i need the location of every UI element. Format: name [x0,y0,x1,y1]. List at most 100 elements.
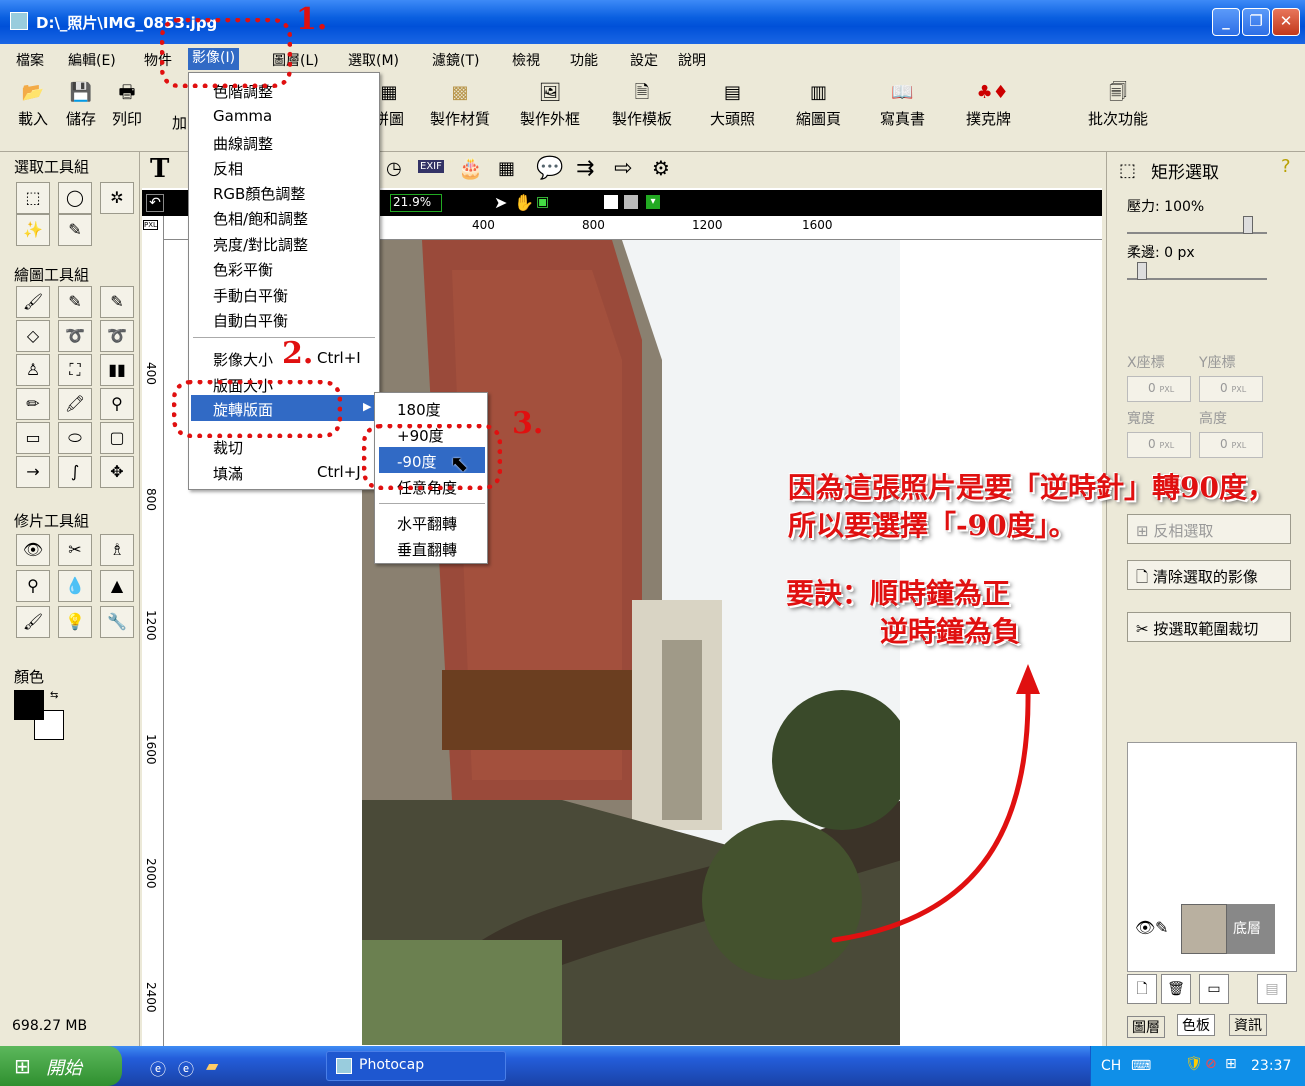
repair-tool[interactable]: 🔧 [100,606,134,638]
flip-vertical[interactable]: 垂直翻轉 [397,539,457,560]
dropdown-icon[interactable]: ▾ [646,195,660,209]
sharpen-tool[interactable]: ▲ [100,570,134,602]
menu-item-hue-saturation[interactable]: 色相/飽和調整 [213,208,308,229]
menu-item-auto-white-balance[interactable]: 自動白平衡 [213,310,288,331]
y-coord-field[interactable]: 0 PXL [1199,376,1263,402]
menu-edit[interactable]: 編輯(E) [68,50,116,70]
merge-layer-button[interactable]: ▤ [1257,974,1287,1004]
stamp-tool[interactable]: ♙ [16,354,50,386]
pressure-slider-thumb[interactable] [1243,216,1253,234]
zoom-lens-tool[interactable]: ⚲ [16,570,50,602]
menu-item-rgb[interactable]: RGB顏色調整 [213,183,305,204]
clone-tool[interactable]: ✂ [58,534,92,566]
clock[interactable]: 23:37 [1251,1058,1291,1074]
close-button[interactable]: ✕ [1272,8,1300,36]
spray-tool[interactable]: ✎ [58,286,92,318]
tab-swatches[interactable]: 色板 [1177,1014,1215,1036]
brush-lock-icon[interactable]: ✎ [1155,918,1168,937]
feather-slider[interactable] [1127,266,1267,280]
frame-button[interactable]: 🖼 製作外框 [520,82,580,129]
calendar-icon[interactable]: ▦ [498,158,515,179]
invert-selection-button[interactable]: ⊞ 反相選取 [1127,514,1291,544]
rectangle-shape-tool[interactable]: ▭ [16,422,50,454]
curve-tool[interactable]: ∫ [58,456,92,488]
menu-settings[interactable]: 設定 [630,50,658,70]
language-indicator[interactable]: CH [1101,1058,1121,1074]
magic-wand-tool[interactable]: ✨ [16,214,50,246]
move-tool[interactable]: ✥ [100,456,134,488]
batch-button[interactable]: 🗐 批次功能 [1088,82,1148,129]
menu-item-color-balance[interactable]: 色彩平衡 [213,259,273,280]
app-icon[interactable] [10,12,28,30]
menu-item-gamma[interactable]: Gamma [213,107,272,125]
ie-alt-icon[interactable]: ⓔ [178,1056,194,1080]
rotate-180[interactable]: 180度 [397,399,441,420]
layer-item-base[interactable]: 底層 [1227,904,1275,954]
light-bulb-tool[interactable]: 💡 [58,606,92,638]
keyboard-icon[interactable]: ⌨ [1131,1058,1151,1074]
zoom-level[interactable]: 21.9% [390,194,442,212]
minimize-button[interactable]: _ [1212,8,1240,36]
crop-selection-button[interactable]: ✂ 按選取範圍裁切 [1127,612,1291,642]
pencil-tool[interactable]: ✏ [16,388,50,420]
red-eye-tool[interactable]: 👁 [16,534,50,566]
menu-item-crop[interactable]: 裁切 [213,437,243,458]
network-icon[interactable]: ⊞ [1225,1056,1237,1072]
id-photo-button[interactable]: ▤ 大頭照 [710,82,755,129]
maximize-button[interactable]: ❐ [1242,8,1270,36]
taskbar-app-photocap[interactable]: Photocap [326,1051,506,1081]
ie-icon[interactable]: ⓔ [150,1056,166,1080]
eraser-tool[interactable]: ◇ [16,320,50,352]
load-button[interactable]: 📂 載入 [18,82,48,129]
multi-arrow-icon[interactable]: ⇉ [576,156,594,181]
poker-button[interactable]: ♣♦ 撲克牌 [966,82,1011,129]
width-field[interactable]: 0 PXL [1127,432,1191,458]
hand-icon[interactable]: ✋ [514,193,534,212]
menu-file[interactable]: 檔案 [16,50,44,70]
menu-filter[interactable]: 濾鏡(T) [432,50,479,70]
ellipse-select-tool[interactable]: ◯ [58,182,92,214]
lasso-tool[interactable]: ✲ [100,182,134,214]
folder-icon[interactable]: ▰ [206,1056,218,1075]
text-tool[interactable]: T [150,154,169,184]
blur-drop-tool[interactable]: 💧 [58,570,92,602]
eye-visibility-icon[interactable]: 👁 [1135,918,1155,937]
menu-select[interactable]: 選取(M) [348,50,399,70]
clear-selection-button[interactable]: 🗋 清除選取的影像 [1127,560,1291,590]
speech-bubble-icon[interactable]: 💬 [536,156,563,181]
height-field[interactable]: 0 PXL [1199,432,1263,458]
organize-icon[interactable]: ⚙ [652,156,670,180]
swap-colors-icon[interactable]: ⇆ [50,690,58,701]
menu-function[interactable]: 功能 [570,50,598,70]
color-replace-tool[interactable]: 🖌 [16,606,50,638]
x-coord-field[interactable]: 0 PXL [1127,376,1191,402]
blend-tool[interactable]: ➰ [100,320,134,352]
menu-item-invert[interactable]: 反相 [213,158,243,179]
brush-tool[interactable]: 🖌 [16,286,50,318]
brush-select-tool[interactable]: ✎ [58,214,92,246]
undo-icon[interactable]: ↶ [146,194,164,212]
photo-book-button[interactable]: 📖 寫真書 [880,82,925,129]
layer-thumbnail[interactable] [1181,904,1227,954]
feather-slider-thumb[interactable] [1137,262,1147,280]
menu-view[interactable]: 檢視 [512,50,540,70]
thumbnail-page-button[interactable]: ▥ 縮圖頁 [796,82,841,129]
layer-properties-button[interactable]: ▭ [1199,974,1229,1004]
pointer-icon[interactable]: ➤ [494,193,507,212]
delete-layer-button[interactable]: 🗑 [1161,974,1191,1004]
menu-item-fill[interactable]: 填滿 [213,463,243,484]
ellipse-shape-tool[interactable]: ⬭ [58,422,92,454]
gray-bg-icon[interactable] [624,195,638,209]
rect-select-tool[interactable]: ⬚ [16,182,50,214]
pattern-tool[interactable]: ▮▮ [100,354,134,386]
eyedropper-tool[interactable]: ⚲ [100,388,134,420]
add-button[interactable]: 加 [172,112,187,133]
shield-icon[interactable]: 🛡 [1185,1056,1203,1072]
smudge-tool[interactable]: ➰ [58,320,92,352]
menu-help[interactable]: 說明 [678,50,706,70]
menu-item-brightness-contrast[interactable]: 亮度/對比調整 [213,234,308,255]
new-layer-button[interactable]: 🗋 [1127,974,1157,1004]
help-icon[interactable]: ? [1281,156,1291,177]
template-button[interactable]: 🗎 製作模板 [612,82,672,129]
white-bg-icon[interactable] [604,195,618,209]
